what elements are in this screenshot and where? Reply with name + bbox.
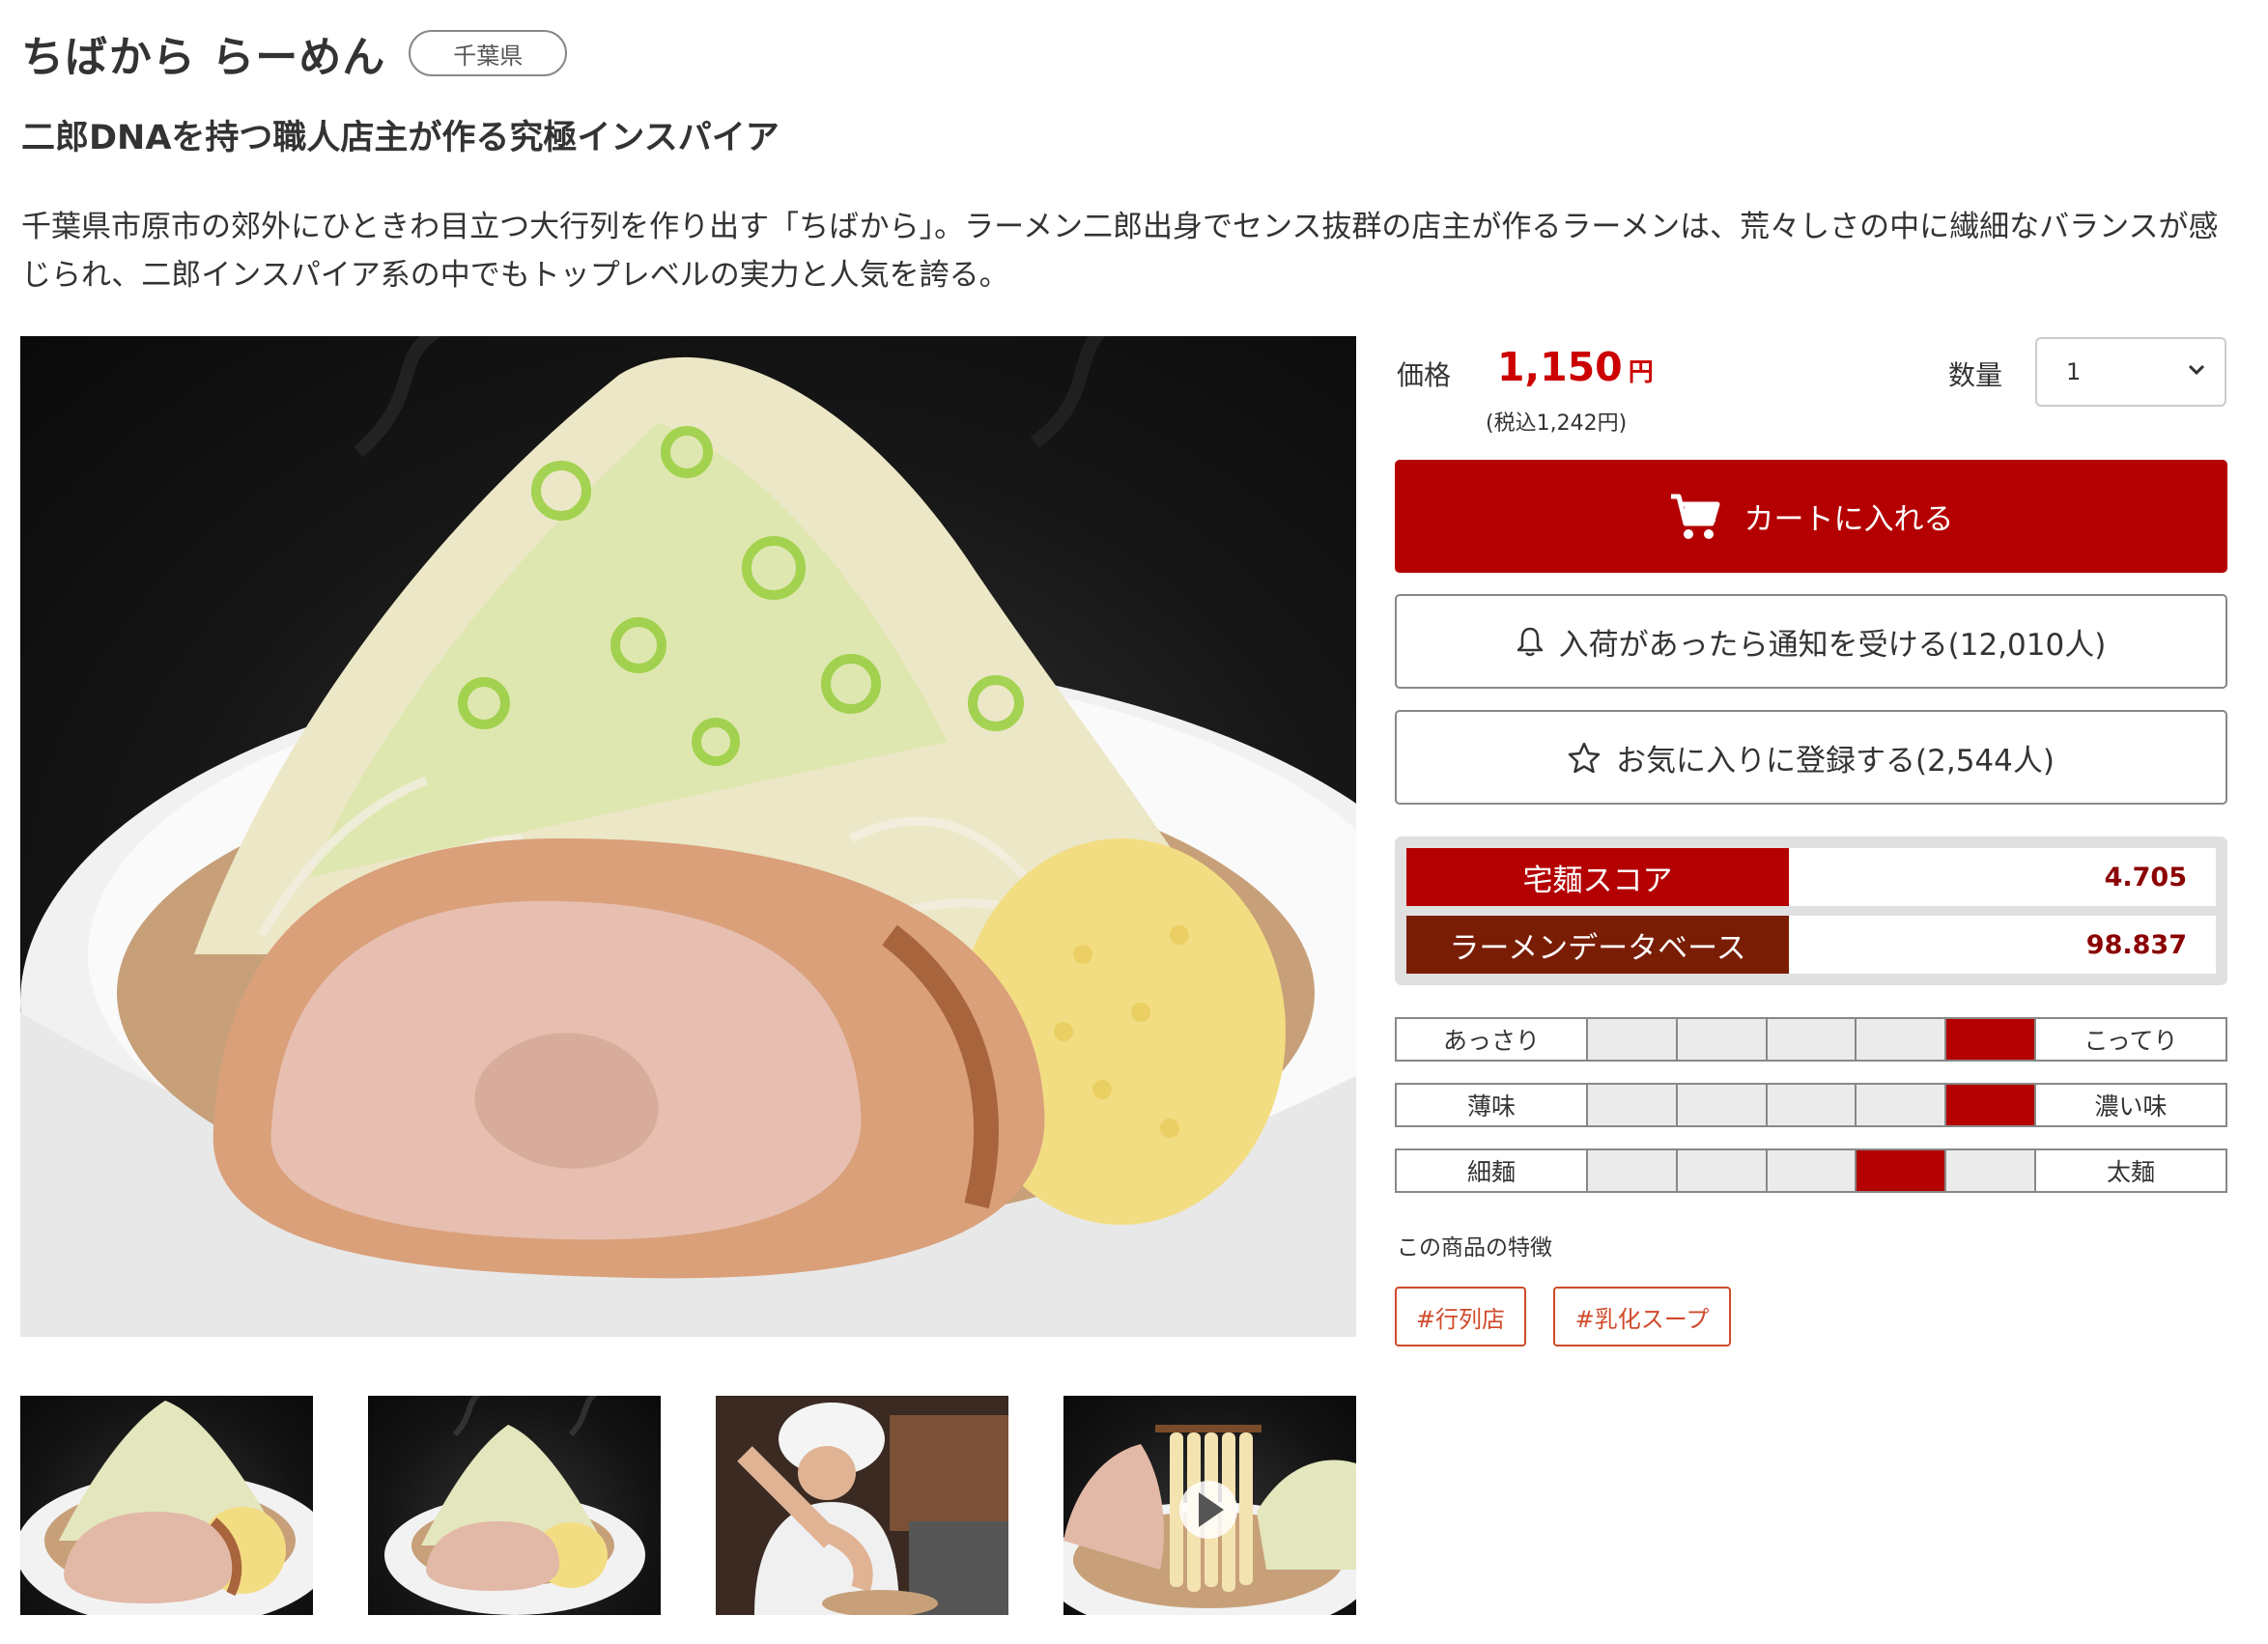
product-description: 千葉県市原市の郊外にひときわ目立つ大行列を作り出す「ちばから」。ラーメン二郎出身… <box>21 210 2219 293</box>
thumbnail-noodle-lift-video[interactable] <box>1063 1396 1356 1615</box>
add-favorite-label: お気に入りに登録する(2,544人) <box>1616 743 2055 779</box>
cart-icon <box>1670 494 1719 539</box>
taste-scale-right-label: 太麺 <box>2033 1150 2225 1191</box>
ramen-database-score-value: 98.837 <box>2085 929 2187 960</box>
taste-scale-cell <box>1765 1150 1856 1191</box>
thumbnail-ramen-bowl-steam[interactable] <box>368 1396 661 1615</box>
product-page: ちばから らーめん 千葉県 二郎DNAを持つ職人店主が作る究極インスパイア 千葉… <box>0 0 2268 1644</box>
feature-tag-emulsified-soup[interactable]: #乳化スープ <box>1553 1287 1731 1346</box>
features-label: この商品の特徴 <box>1397 1235 1552 1261</box>
star-icon <box>1568 742 1601 773</box>
thumbnail-strip <box>20 1396 1356 1615</box>
score-row-takumen: 宅麺スコア 4.705 <box>1406 848 2216 906</box>
taste-scale-richness: あっさり こってり <box>1395 1017 2227 1062</box>
taste-scale-cell <box>1944 1085 2034 1125</box>
score-row-ramen-database: ラーメンデータベース 98.837 <box>1406 916 2216 974</box>
quantity-label: 数量 <box>1948 359 2003 391</box>
taste-scale-cell <box>1675 1085 1766 1125</box>
price-label: 価格 <box>1397 359 1452 391</box>
taste-scale-right-label: こってり <box>2033 1019 2225 1060</box>
chevron-down-icon <box>2188 364 2205 376</box>
prefecture-badge[interactable]: 千葉県 <box>409 30 568 76</box>
thumbnail-chef-cooking[interactable] <box>716 1396 1008 1615</box>
ramen-database-score-label: ラーメンデータベース <box>1406 916 1789 974</box>
taste-scale-cell <box>1944 1019 2034 1060</box>
taste-scale-cell <box>1586 1085 1676 1125</box>
restock-notify-label: 入荷があったら通知を受ける(12,010人) <box>1558 627 2107 663</box>
quantity-select[interactable]: 1 <box>2035 337 2226 407</box>
taste-scale-saltiness: 薄味 濃い味 <box>1395 1083 2227 1127</box>
taste-scale-right-label: 濃い味 <box>2033 1085 2225 1125</box>
taste-scale-left-label: 細麺 <box>1466 1158 1516 1186</box>
taste-scale-cell <box>1765 1019 1856 1060</box>
taste-scale-cell <box>1586 1019 1676 1060</box>
taste-scale-noodle-thickness: 細麺 太麺 <box>1395 1148 2227 1193</box>
main-product-image <box>20 336 1356 1337</box>
score-panel: 宅麺スコア 4.705 ラーメンデータベース 98.837 <box>1395 836 2227 985</box>
taste-scale-cell <box>1855 1150 1945 1191</box>
taste-scale-left-label: 薄味 <box>1466 1092 1516 1120</box>
taste-scale-cell <box>1855 1085 1945 1125</box>
price-amount: 1,150 <box>1497 344 1623 390</box>
product-subtitle: 二郎DNAを持つ職人店主が作る究極インスパイア <box>21 119 780 157</box>
add-favorite-button[interactable]: お気に入りに登録する(2,544人) <box>1395 710 2227 805</box>
taste-scale-cell <box>1855 1019 1945 1060</box>
thumbnail-ramen-bowl[interactable] <box>20 1396 313 1615</box>
price-currency: 円 <box>1628 358 1654 387</box>
price-tax-included: (税込1,242円) <box>1486 411 1628 436</box>
taste-scale-cell <box>1675 1019 1766 1060</box>
title-row: ちばから らーめん 千葉県 <box>21 23 568 83</box>
bell-icon <box>1517 627 1543 657</box>
add-to-cart-label: カートに入れる <box>1744 502 1954 537</box>
restock-notify-button[interactable]: 入荷があったら通知を受ける(12,010人) <box>1395 594 2227 689</box>
price-value: 1,150 円 <box>1497 344 1654 390</box>
takumen-score-label: 宅麺スコア <box>1406 848 1789 906</box>
taste-scale-cell <box>1675 1150 1766 1191</box>
product-title: ちばから らーめん <box>21 33 386 82</box>
taste-scale-cell <box>1944 1150 2034 1191</box>
taste-scale-left-label: あっさり <box>1442 1027 1540 1055</box>
taste-scale-cell <box>1765 1085 1856 1125</box>
feature-tag-long-queue[interactable]: #行列店 <box>1395 1287 1526 1346</box>
add-to-cart-button[interactable]: カートに入れる <box>1395 460 2227 573</box>
takumen-score-value: 4.705 <box>2104 862 2187 893</box>
taste-scale-cell <box>1586 1150 1676 1191</box>
quantity-value: 1 <box>2066 358 2082 385</box>
